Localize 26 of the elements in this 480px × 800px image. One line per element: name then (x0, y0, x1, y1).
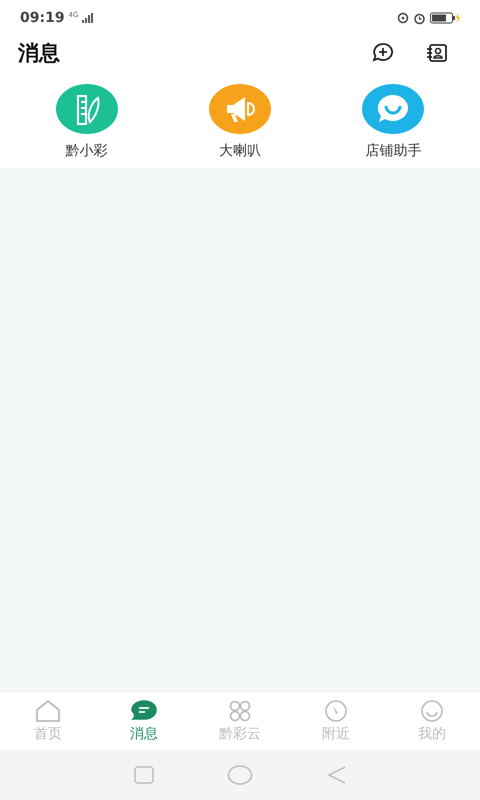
shortcut-label: 店铺助手 (365, 142, 422, 160)
contacts-icon[interactable] (426, 42, 448, 64)
message-icon (130, 699, 158, 723)
back-icon[interactable] (326, 765, 346, 785)
status-time: 09:19 (20, 10, 65, 26)
shortcut-label: 黔小彩 (66, 142, 108, 160)
recents-icon[interactable] (134, 766, 154, 784)
alarm-icon (413, 12, 426, 24)
shortcut-label: 大喇叭 (218, 142, 261, 160)
tab[interactable]: 我的 (384, 692, 480, 750)
signal-icon (82, 13, 94, 23)
home-icon (34, 699, 62, 723)
leaf-emblem-icon[interactable] (56, 84, 118, 134)
megaphone-icon[interactable] (208, 84, 271, 134)
location-icon (397, 12, 409, 24)
smiley-icon (418, 699, 446, 723)
add-chat-icon[interactable] (372, 42, 394, 64)
tab[interactable]: 首页 (0, 692, 96, 750)
tab[interactable]: 黔彩云 (192, 692, 288, 750)
page-title: 消息 (18, 40, 60, 67)
tab[interactable]: 消息 (96, 692, 192, 750)
chat-bubble-icon[interactable] (362, 84, 424, 134)
tab[interactable]: 附近 (288, 692, 384, 750)
compass-icon (322, 699, 350, 723)
home-nav-icon[interactable] (227, 765, 253, 785)
battery-icon (430, 12, 460, 24)
